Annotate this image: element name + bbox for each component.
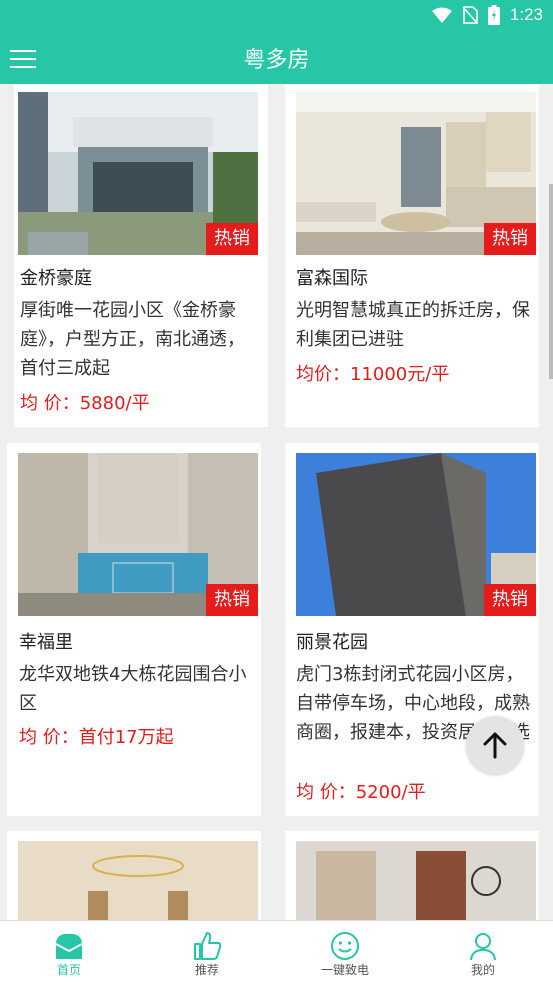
listing-photo[interactable]: 热销 <box>296 92 536 255</box>
listing-description: 厚街唯一花园小区《金桥豪庭》，户型方正，南北通透，首付三成起 <box>20 300 245 379</box>
hot-sale-badge: 热销 <box>206 223 258 255</box>
nav-call[interactable]: 一键致电 <box>305 925 385 978</box>
home-icon <box>55 934 83 959</box>
listing-card[interactable] <box>285 831 539 920</box>
listing-photo[interactable]: 热销 <box>18 453 258 616</box>
no-sim-icon <box>462 6 478 24</box>
listing-name: 丽景花园 <box>296 632 368 653</box>
user-icon <box>470 933 496 961</box>
nav-recommend[interactable]: 推荐 <box>167 925 247 978</box>
nav-label: 我的 <box>470 963 495 977</box>
smiley-icon <box>331 932 359 960</box>
listing-price: 均价：11000元/平 <box>296 364 450 385</box>
app-bar: 粤多房 <box>0 32 553 84</box>
listing-photo[interactable] <box>296 841 536 920</box>
listing-name: 幸福里 <box>19 632 73 653</box>
thumbs-up-icon <box>194 932 222 960</box>
listing-card[interactable] <box>7 831 261 920</box>
listing-card[interactable]: 热销 幸福里 龙华双地铁4大栋花园围合小区 均 价：首付17万起 <box>7 443 261 816</box>
nav-home[interactable]: 首页 <box>29 925 109 978</box>
nav-label: 推荐 <box>194 963 219 977</box>
listing-card[interactable]: 热销 富森国际 光明智慧城真正的拆迁房，保利集团已进驻 均价：11000元/平 <box>285 84 539 427</box>
clock: 1:23 <box>509 5 543 24</box>
listing-photo[interactable]: 热销 <box>296 453 536 616</box>
battery-icon <box>487 5 500 25</box>
listing-feed[interactable]: 热销 金桥豪庭 厚街唯一花园小区《金桥豪庭》，户型方正，南北通透，首付三成起 均… <box>0 84 553 920</box>
listing-photo[interactable]: 热销 <box>18 92 258 255</box>
hot-sale-badge: 热销 <box>206 584 258 616</box>
listing-name: 金桥豪庭 <box>20 268 92 289</box>
listing-description: 光明智慧城真正的拆迁房，保利集团已进驻 <box>296 300 530 350</box>
nav-label: 一键致电 <box>320 963 369 977</box>
listing-price: 均 价：5880/平 <box>20 393 150 414</box>
listing-price: 均 价：首付17万起 <box>19 727 174 748</box>
listing-name: 富森国际 <box>296 268 368 289</box>
scrollbar[interactable] <box>549 184 553 379</box>
back-to-top-button[interactable] <box>466 716 524 774</box>
nav-label: 首页 <box>56 963 81 977</box>
listing-card[interactable]: 热销 金桥豪庭 厚街唯一花园小区《金桥豪庭》，户型方正，南北通透，首付三成起 均… <box>14 84 268 427</box>
bottom-nav: 首页 推荐 一键致电 我的 <box>0 920 553 984</box>
listing-photo[interactable] <box>18 841 258 920</box>
nav-mine[interactable]: 我的 <box>443 925 523 978</box>
listing-description: 龙华双地铁4大栋花园围合小区 <box>19 664 247 714</box>
listing-price: 均 价：5200/平 <box>296 782 426 803</box>
arrow-up-icon <box>483 732 507 759</box>
hot-sale-badge: 热销 <box>484 223 536 255</box>
hot-sale-badge: 热销 <box>484 584 536 616</box>
wifi-icon <box>431 7 452 23</box>
status-bar: 1:23 <box>0 0 553 32</box>
page-title: 粤多房 <box>243 48 310 73</box>
